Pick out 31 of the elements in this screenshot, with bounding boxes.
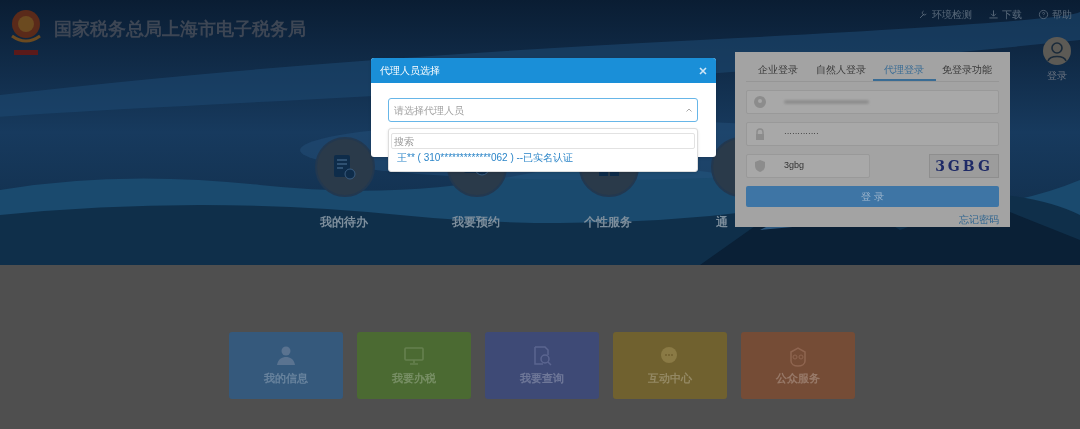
shield-icon [754, 160, 766, 172]
help-icon [1038, 9, 1049, 20]
wrench-icon [918, 9, 929, 20]
lock-icon [754, 128, 766, 140]
forgot-password-link[interactable]: 忘记密码 [959, 212, 999, 227]
user-icon [754, 96, 766, 108]
service-label[interactable]: 通 [716, 215, 728, 229]
header-link[interactable]: 环境检测 [918, 7, 972, 22]
dialog-title: 代理人员选择 [380, 64, 440, 78]
service-label[interactable]: 我的待办 [320, 215, 368, 229]
login-field[interactable] [746, 90, 999, 114]
login-tab[interactable]: 企业登录 [746, 60, 810, 81]
close-icon[interactable] [699, 66, 707, 75]
service-label[interactable]: 个性服务 [584, 215, 632, 229]
login-tab[interactable]: 免登录功能 [935, 60, 999, 81]
agent-select[interactable]: 请选择代理人员 [388, 98, 698, 122]
captcha-image[interactable]: 3GBG [929, 154, 999, 178]
login-tab[interactable]: 自然人登录 [809, 60, 873, 81]
service-label[interactable]: 我要预约 [452, 215, 500, 229]
login-field[interactable]: ············· [746, 122, 999, 146]
dropdown-option[interactable]: 王** ( 310*************062 ) --已实名认证 [391, 149, 695, 167]
document-clock-icon [334, 154, 356, 180]
login-tab[interactable]: 代理登录 [872, 60, 936, 81]
user-icon[interactable] [1043, 37, 1071, 65]
header-link[interactable]: 帮助 [1038, 7, 1072, 22]
login-field[interactable]: 3gbg [746, 154, 870, 178]
login-button[interactable]: 登 录 [746, 186, 999, 207]
header-link[interactable]: 下载 [988, 7, 1022, 22]
login-link[interactable]: 登录 [1047, 68, 1067, 83]
download-icon [988, 9, 999, 20]
search-field[interactable]: 搜索 [391, 133, 695, 149]
